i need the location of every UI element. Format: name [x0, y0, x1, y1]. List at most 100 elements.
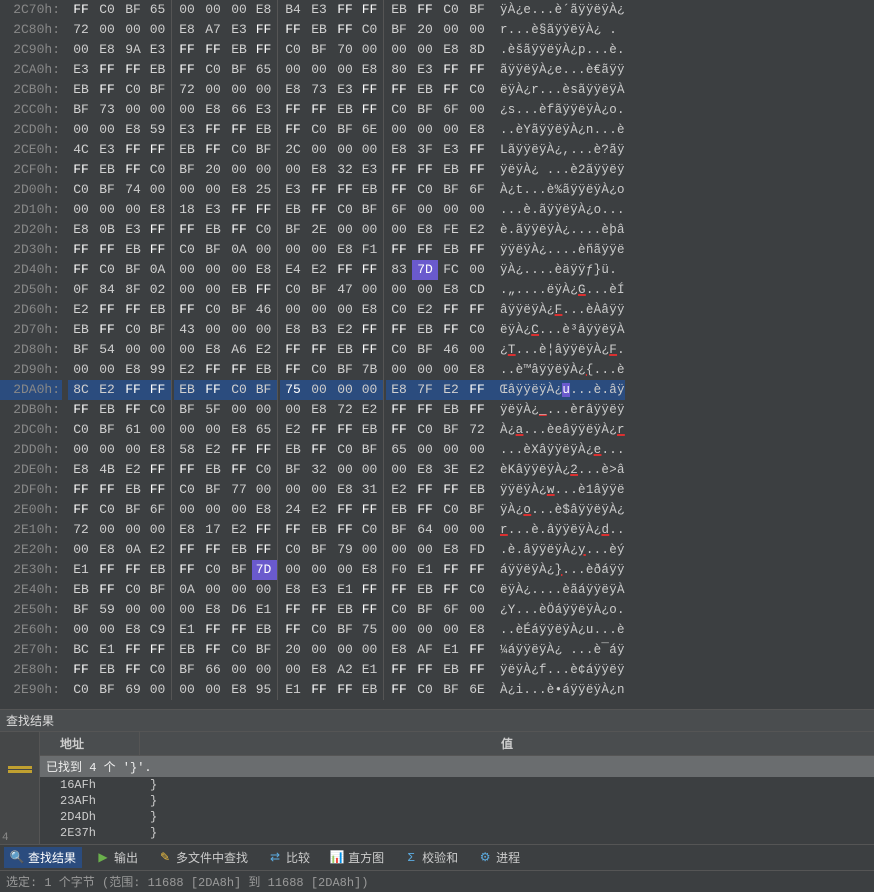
hex-byte[interactable]: 7F	[412, 380, 438, 400]
hex-byte[interactable]: E2	[146, 540, 172, 560]
hex-byte[interactable]: FF	[280, 520, 306, 540]
hex-byte[interactable]: E8	[306, 400, 332, 420]
hex-byte[interactable]: 7D	[412, 260, 438, 280]
ascii-column[interactable]: ŒâÿÿëÿÀ¿u...è.âÿ	[490, 380, 625, 400]
hex-byte[interactable]: 00	[386, 280, 412, 300]
hex-byte[interactable]: 73	[94, 100, 120, 120]
hex-byte[interactable]: FF	[280, 100, 306, 120]
hex-byte[interactable]: 00	[68, 440, 94, 460]
hex-byte[interactable]: 00	[358, 640, 384, 660]
hex-byte[interactable]: EB	[120, 240, 146, 260]
hex-byte[interactable]: FF	[94, 300, 120, 320]
hex-byte[interactable]: 00	[174, 420, 200, 440]
hex-byte[interactable]: EB	[280, 440, 306, 460]
hex-byte[interactable]: FF	[200, 540, 226, 560]
hex-byte[interactable]: E8	[94, 40, 120, 60]
hex-byte[interactable]: EB	[358, 680, 384, 700]
hex-byte[interactable]: E4	[280, 260, 306, 280]
hex-byte[interactable]: E8	[358, 300, 384, 320]
hex-byte[interactable]: EB	[174, 380, 200, 400]
hex-byte[interactable]: 02	[146, 280, 172, 300]
hex-byte[interactable]: 00	[146, 20, 172, 40]
hex-byte[interactable]: 00	[386, 620, 412, 640]
hex-byte[interactable]: 00	[464, 600, 490, 620]
hex-byte[interactable]: E1	[412, 560, 438, 580]
hex-byte[interactable]: FF	[332, 520, 358, 540]
hex-byte[interactable]: 00	[280, 60, 306, 80]
hex-byte[interactable]: 00	[200, 0, 226, 20]
hex-row[interactable]: 2E30h:E1FFFFEBFFC0BF7D000000E8F0E1FFFFáÿ…	[0, 560, 874, 580]
hex-byte[interactable]: FF	[94, 320, 120, 340]
hex-byte[interactable]: 00	[226, 80, 252, 100]
hex-byte[interactable]: A2	[332, 660, 358, 680]
hex-byte[interactable]: FF	[358, 340, 384, 360]
hex-byte[interactable]: BF	[306, 540, 332, 560]
hex-byte[interactable]: C0	[68, 420, 94, 440]
hex-byte[interactable]: FF	[412, 480, 438, 500]
ascii-column[interactable]: ¿T...è¦âÿÿëÿÀ¿F.	[490, 340, 625, 360]
hex-byte[interactable]: E8	[280, 320, 306, 340]
hex-row[interactable]: 2DF0h:FFFFEBFFC0BF77000000E831E2FFFFEBÿÿ…	[0, 480, 874, 500]
hex-byte[interactable]: CD	[464, 280, 490, 300]
hex-byte[interactable]: BF	[120, 260, 146, 280]
hex-byte[interactable]: FF	[438, 480, 464, 500]
hex-byte[interactable]: FF	[120, 160, 146, 180]
hex-byte[interactable]: BF	[358, 200, 384, 220]
hex-byte[interactable]: 00	[358, 220, 384, 240]
ascii-column[interactable]: À¿i...è•áÿÿëÿÀ¿n	[490, 680, 625, 700]
hex-byte[interactable]: E3	[306, 580, 332, 600]
hex-byte[interactable]: E2	[358, 400, 384, 420]
hex-byte[interactable]: FF	[386, 420, 412, 440]
hex-byte[interactable]: 00	[68, 200, 94, 220]
hex-byte[interactable]: EB	[226, 540, 252, 560]
hex-byte[interactable]: E3	[280, 180, 306, 200]
ascii-column[interactable]: ÿëÿÀ¿f...è¢áÿÿëÿ	[490, 660, 625, 680]
ascii-column[interactable]: èKâÿÿëÿÀ¿2...è>â	[490, 460, 625, 480]
hex-byte[interactable]: FF	[226, 220, 252, 240]
hex-byte[interactable]: E8	[252, 260, 278, 280]
hex-byte[interactable]: BF	[280, 460, 306, 480]
hex-byte[interactable]: 6E	[464, 680, 490, 700]
hex-byte[interactable]: FF	[252, 200, 278, 220]
hex-row[interactable]: 2E10h:72000000E817E2FFFFEBFFC0BF640000r.…	[0, 520, 874, 540]
hex-byte[interactable]: FE	[438, 220, 464, 240]
hex-byte[interactable]: C0	[200, 60, 226, 80]
hex-byte[interactable]: FF	[226, 360, 252, 380]
hex-byte[interactable]: C0	[120, 580, 146, 600]
hex-row[interactable]: 2D90h:0000E899E2FFFFEBFFC0BF7B000000E8..…	[0, 360, 874, 380]
hex-byte[interactable]: 59	[146, 120, 172, 140]
hex-byte[interactable]: FF	[332, 20, 358, 40]
hex-byte[interactable]: FF	[252, 20, 278, 40]
hex-byte[interactable]: FF	[200, 360, 226, 380]
hex-byte[interactable]: 00	[386, 360, 412, 380]
hex-byte[interactable]: C0	[200, 300, 226, 320]
hex-byte[interactable]: 00	[120, 440, 146, 460]
hex-byte[interactable]: 00	[200, 260, 226, 280]
hex-byte[interactable]: 00	[200, 680, 226, 700]
hex-byte[interactable]: E8	[332, 240, 358, 260]
hex-byte[interactable]: 00	[226, 400, 252, 420]
search-result-row[interactable]: 16AFh}	[40, 777, 874, 793]
hex-byte[interactable]: 00	[200, 420, 226, 440]
hex-byte[interactable]: 00	[94, 620, 120, 640]
hex-byte[interactable]: BF	[252, 140, 278, 160]
hex-byte[interactable]: 00	[146, 680, 172, 700]
hex-byte[interactable]: C0	[94, 0, 120, 20]
hex-byte[interactable]: 20	[280, 640, 306, 660]
hex-byte[interactable]: 00	[306, 380, 332, 400]
hex-byte[interactable]: FF	[68, 0, 94, 20]
hex-byte[interactable]: A7	[200, 20, 226, 40]
hex-byte[interactable]: FF	[120, 660, 146, 680]
hex-byte[interactable]: FF	[438, 560, 464, 580]
hex-byte[interactable]: 00	[332, 640, 358, 660]
hex-byte[interactable]: 32	[306, 460, 332, 480]
hex-byte[interactable]: E3	[358, 160, 384, 180]
hex-byte[interactable]: 00	[252, 80, 278, 100]
hex-byte[interactable]: 73	[306, 80, 332, 100]
hex-byte[interactable]: E3	[226, 20, 252, 40]
hex-byte[interactable]: FF	[412, 240, 438, 260]
hex-byte[interactable]: 6E	[358, 120, 384, 140]
ascii-column[interactable]: ëÿÀ¿....èãáÿÿëÿÀ	[490, 580, 625, 600]
ascii-column[interactable]: ¿Y...èÖáÿÿëÿÀ¿o.	[490, 600, 625, 620]
hex-byte[interactable]: 00	[174, 0, 200, 20]
